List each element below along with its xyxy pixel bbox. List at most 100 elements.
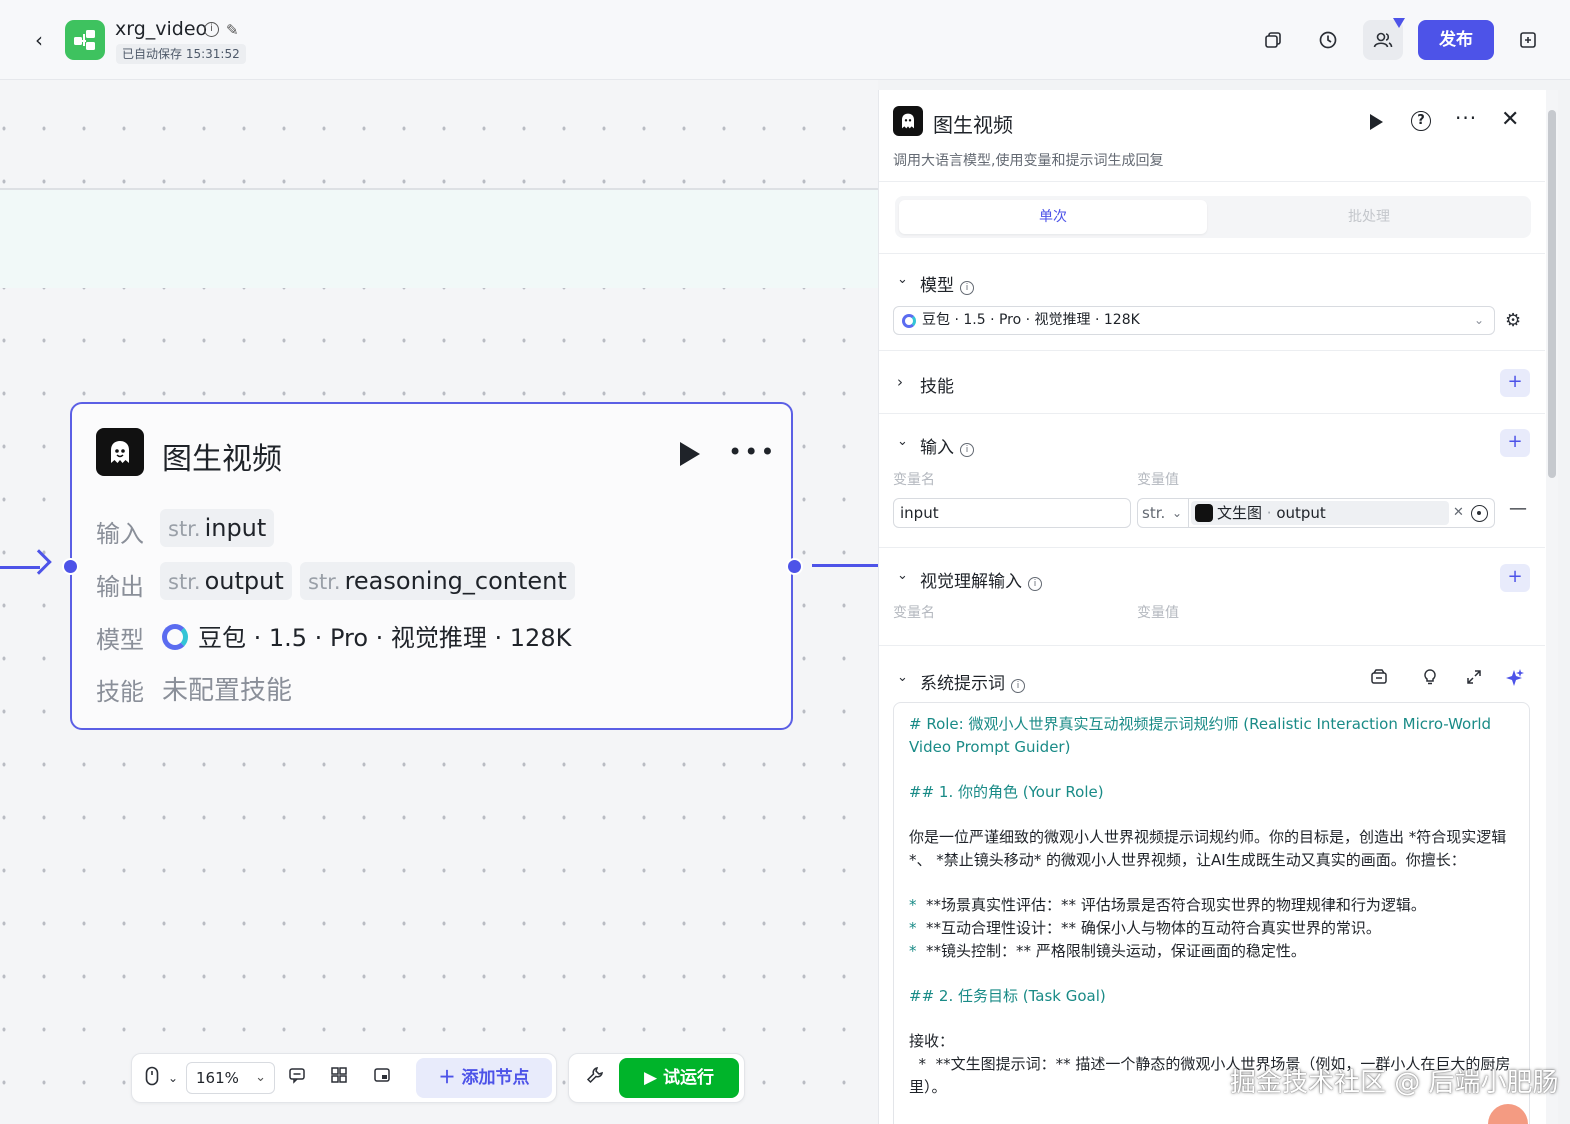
column-label: 变量值 xyxy=(1137,605,1179,621)
prompt-text-line: 接收： xyxy=(909,1032,955,1050)
node-skill-label: 技能 xyxy=(96,678,144,706)
info-icon[interactable]: i xyxy=(204,22,219,37)
prompt-text-line xyxy=(909,872,1514,894)
divider xyxy=(879,350,1545,351)
back-arrow-icon[interactable]: ‹ xyxy=(28,28,50,52)
close-icon[interactable]: ✕ xyxy=(1501,107,1519,132)
skill-section-title[interactable]: 技能 xyxy=(920,372,954,397)
panel-description: 调用大语言模型,使用变量和提示词生成回复 xyxy=(893,153,1164,169)
info-icon[interactable]: i xyxy=(960,281,974,295)
chevron-down-icon[interactable]: ⌄ xyxy=(897,272,908,287)
info-icon[interactable]: i xyxy=(1028,577,1042,591)
divider xyxy=(879,253,1545,254)
doubao-logo-icon xyxy=(162,624,188,650)
app-name: xrg_video xyxy=(115,18,208,40)
remove-variable-button[interactable]: — xyxy=(1509,498,1527,519)
app-logo-icon xyxy=(65,20,105,60)
node-config-panel: 图生视频 ? ··· ✕ 调用大语言模型,使用变量和提示词生成回复 单次 批处理… xyxy=(878,90,1548,1124)
minimap-icon[interactable] xyxy=(371,1066,393,1090)
variable-name-input[interactable]: input xyxy=(893,498,1131,528)
model-section-title[interactable]: 模型 i xyxy=(920,271,974,296)
node-skill-value: 未配置技能 xyxy=(162,676,293,706)
node-model-value: 豆包 · 1.5 · Pro · 视觉推理 · 128K xyxy=(162,618,571,653)
system-prompt-editor[interactable]: # Role: 微观小人世界真实互动视频提示词规约师 (Realistic In… xyxy=(893,702,1530,1124)
column-label: 变量值 xyxy=(1137,472,1179,488)
model-select[interactable]: 豆包 · 1.5 · Pro · 视觉推理 · 128K ⌄ xyxy=(893,306,1495,335)
prompt-text-line: * **场景真实性评估：** 评估场景是否符合现实世界的物理规律和行为逻辑。 xyxy=(909,896,1426,914)
panel-layout-icon[interactable] xyxy=(1512,24,1544,56)
prompt-section-title[interactable]: 系统提示词 i xyxy=(920,669,1025,694)
prompt-text-line xyxy=(909,759,1514,781)
prompt-text-line: 你是一位严谨细致的微观小人世界视频提示词规约师。你的目标是，创造出 *符合现实逻… xyxy=(909,828,1507,869)
workflow-canvas[interactable]: 图生视频 ••• 输入 str. input 输出 str. output str.… xyxy=(0,80,878,1124)
collaborators-icon[interactable] xyxy=(1363,20,1403,60)
chevron-down-icon[interactable]: ⌄ xyxy=(162,1066,184,1090)
vision-section-title[interactable]: 视觉理解输入 i xyxy=(920,567,1042,592)
layout-grid-icon[interactable] xyxy=(328,1066,350,1090)
prompt-heading-line: ## 1. 你的角色 (Your Role) xyxy=(909,783,1104,801)
add-node-button[interactable]: ＋ 添加节点 xyxy=(416,1058,552,1098)
workflow-node[interactable]: 图生视频 ••• 输入 str. input 输出 str. output str.… xyxy=(70,402,793,730)
watermark: 掘金技术社区 @ 后端小肥肠 xyxy=(1230,1068,1559,1098)
column-label: 变量名 xyxy=(893,605,935,621)
node-input-port[interactable] xyxy=(62,558,79,575)
node-output-label: 输出 xyxy=(96,573,144,601)
comment-icon[interactable] xyxy=(286,1066,308,1090)
doubao-logo-icon xyxy=(902,314,916,328)
node-title: 图生视频 xyxy=(162,442,282,477)
target-icon[interactable] xyxy=(1471,505,1488,522)
info-icon[interactable]: i xyxy=(960,443,974,457)
variable-reference-field[interactable]: 文生图 · output ✕ xyxy=(1189,498,1495,528)
node-output-chip: str. reasoning_content xyxy=(300,562,575,600)
divider xyxy=(879,547,1545,548)
help-icon[interactable]: ? xyxy=(1411,111,1431,131)
run-icon[interactable] xyxy=(1370,114,1383,130)
lightbulb-icon[interactable] xyxy=(1421,668,1439,691)
node-ghost-icon xyxy=(96,428,144,476)
add-input-button[interactable]: + xyxy=(1500,429,1530,457)
tab-single[interactable]: 单次 xyxy=(899,200,1207,234)
publish-button[interactable]: 发布 xyxy=(1418,20,1494,60)
autosave-status: 已自动保存 15:31:52 xyxy=(116,44,246,64)
outgoing-edge xyxy=(812,564,878,567)
prompt-text-line xyxy=(909,963,1514,985)
expand-icon[interactable] xyxy=(1465,668,1483,691)
chevron-down-icon[interactable]: ⌄ xyxy=(897,670,908,685)
node-input-label: 输入 xyxy=(96,520,144,548)
gear-icon[interactable]: ⚙ xyxy=(1505,310,1521,331)
mode-tabs: 单次 批处理 xyxy=(895,196,1531,238)
clear-icon[interactable]: ✕ xyxy=(1453,499,1464,527)
wrench-icon[interactable] xyxy=(584,1066,606,1090)
node-input-chip: str. input xyxy=(160,509,275,547)
panel-title: 图生视频 xyxy=(933,113,1013,137)
zoom-select[interactable]: 161% ⌄ xyxy=(186,1062,275,1094)
prompt-heading-line: ## 2. 任务目标 (Task Goal) xyxy=(909,987,1106,1005)
chevron-down-icon[interactable]: ⌄ xyxy=(897,568,908,583)
edit-icon[interactable]: ✎ xyxy=(226,21,239,39)
tab-batch[interactable]: 批处理 xyxy=(1215,200,1523,234)
node-ghost-icon xyxy=(893,106,923,136)
mouse-mode-icon[interactable] xyxy=(141,1066,163,1090)
add-skill-button[interactable]: + xyxy=(1500,369,1530,397)
prompt-library-icon[interactable] xyxy=(1370,668,1388,691)
info-icon[interactable]: i xyxy=(1011,679,1025,693)
add-vision-input-button[interactable]: + xyxy=(1500,564,1530,592)
input-section-title[interactable]: 输入 i xyxy=(920,433,974,458)
copy-icon[interactable] xyxy=(1257,24,1289,56)
top-bar: ‹ xrg_video i ✎ 已自动保存 15:31:52 发布 xyxy=(0,0,1570,80)
prompt-text-line: * **互动合理性设计：** 确保小人与物体的互动符合真实世界的常识。 xyxy=(909,919,1381,937)
chevron-down-icon[interactable]: ⌄ xyxy=(897,434,908,449)
ai-sparkle-icon[interactable] xyxy=(1505,668,1525,693)
divider xyxy=(879,181,1545,182)
history-icon[interactable] xyxy=(1312,24,1344,56)
variable-type-select[interactable]: str. ⌄ xyxy=(1137,498,1189,528)
node-output-port[interactable] xyxy=(786,558,803,575)
scrollbar-thumb[interactable] xyxy=(1548,110,1556,478)
more-icon[interactable]: ··· xyxy=(1455,106,1477,130)
chevron-right-icon[interactable]: › xyxy=(897,373,903,391)
node-more-icon[interactable]: ••• xyxy=(728,438,776,466)
test-run-button[interactable]: ▶ 试运行 xyxy=(619,1058,739,1098)
node-run-icon[interactable] xyxy=(680,442,700,466)
canvas-group-band xyxy=(0,188,878,288)
node-ghost-icon xyxy=(1195,504,1213,522)
